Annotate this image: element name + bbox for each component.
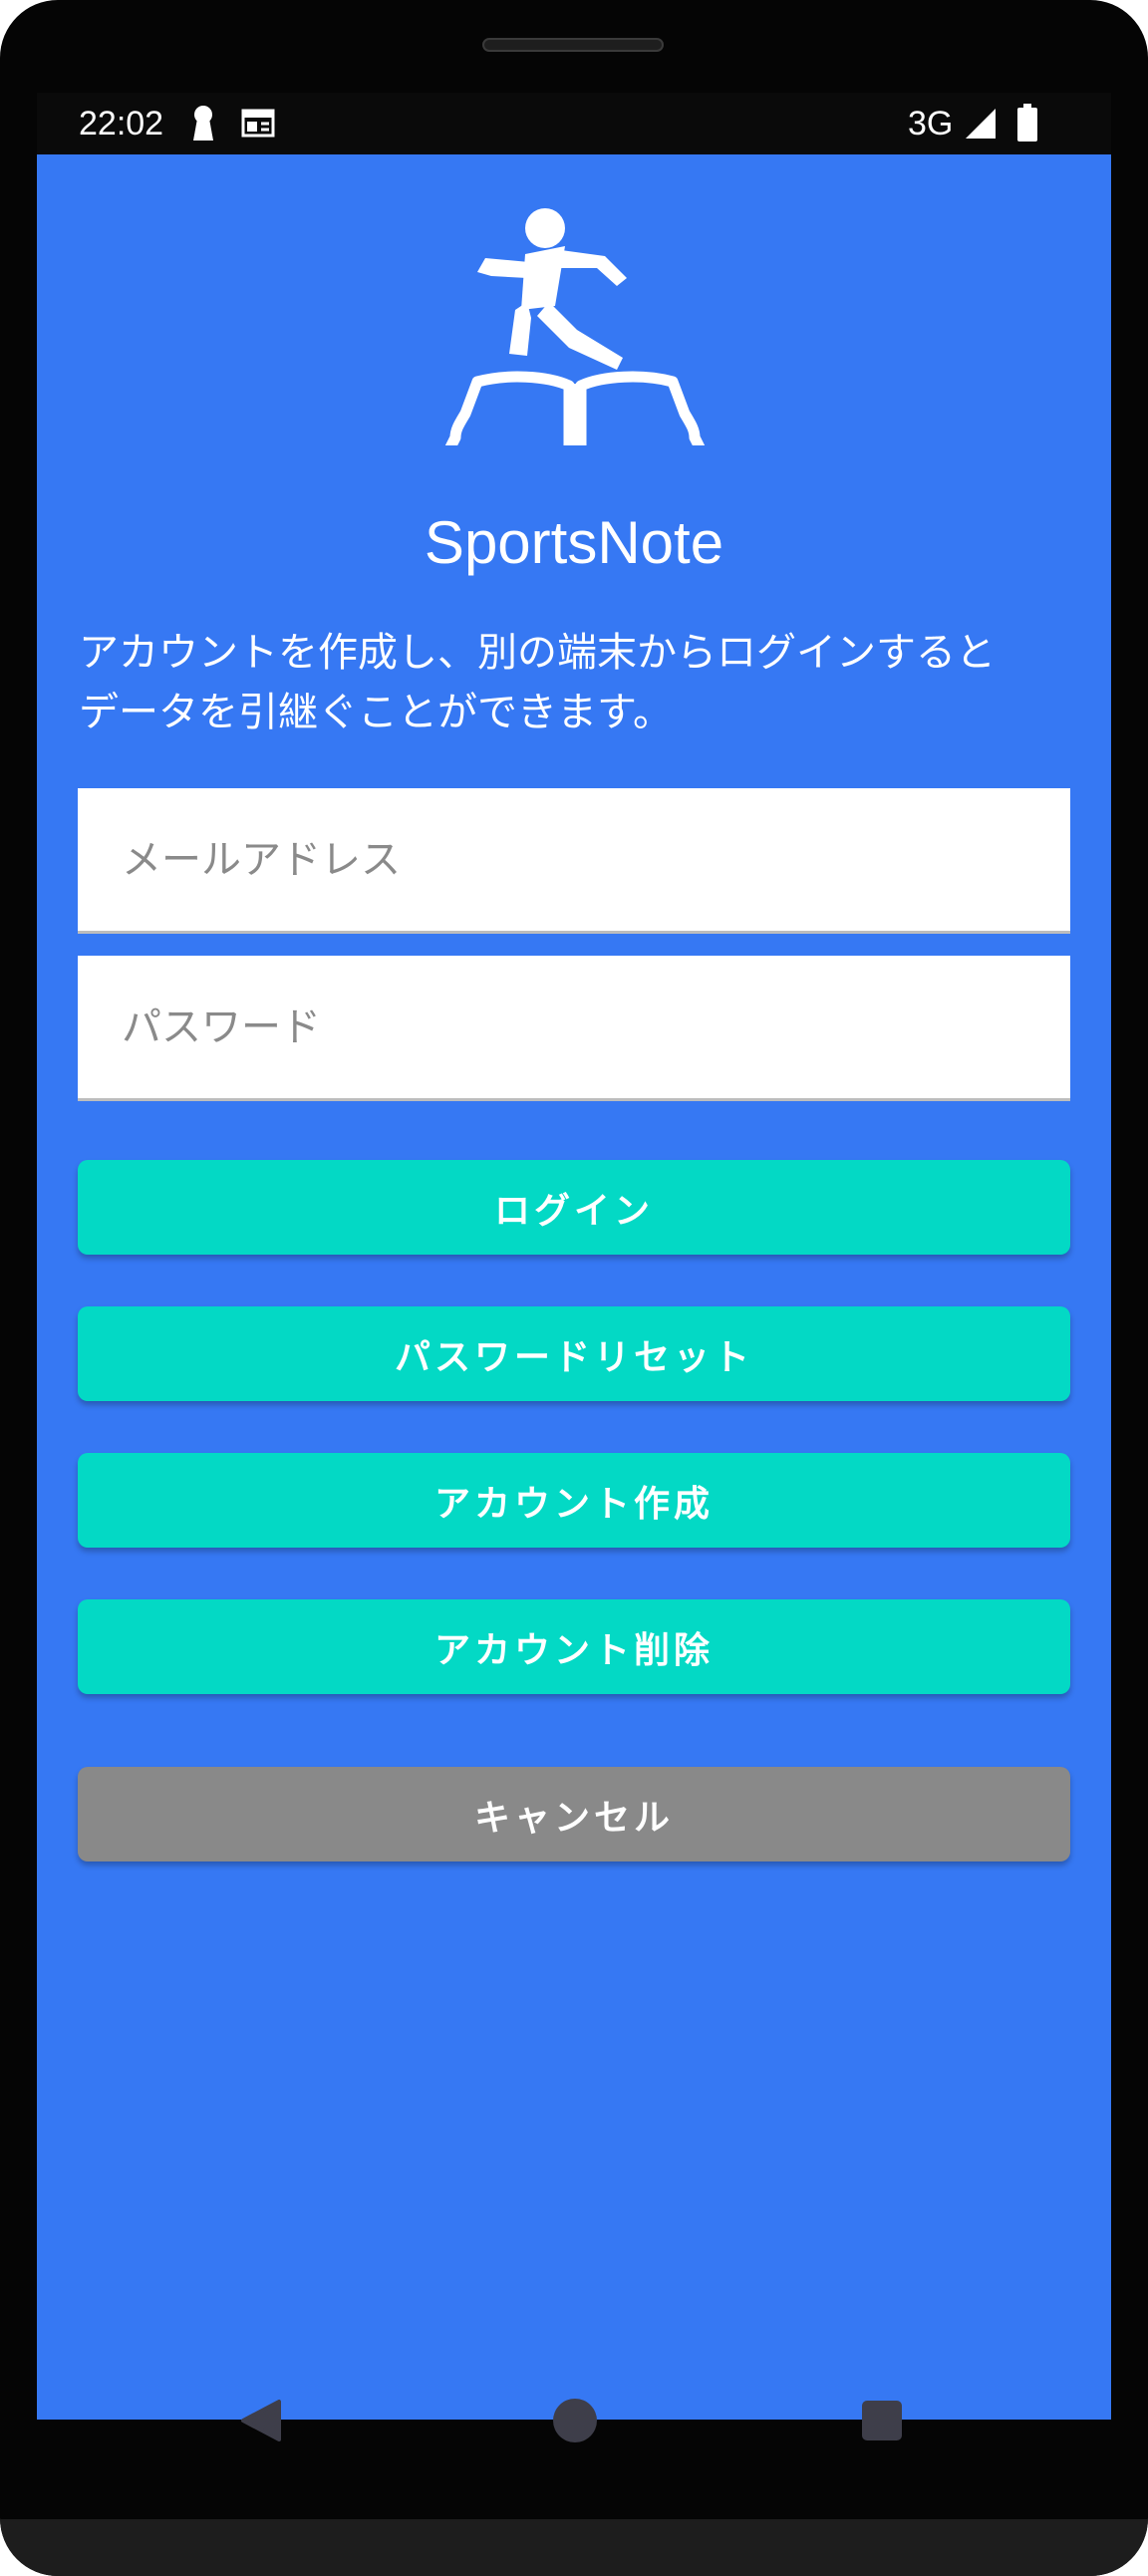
device-bottom-bezel bbox=[0, 2519, 1148, 2576]
delete-account-button[interactable]: アカウント削除 bbox=[78, 1599, 1070, 1694]
home-icon[interactable] bbox=[552, 2398, 598, 2447]
device-frame: 22:02 3G SportsNote アカウントを作成し、別の端末からログイン… bbox=[0, 0, 1148, 2576]
app-title: SportsNote bbox=[424, 509, 724, 576]
password-field-container bbox=[78, 956, 1070, 1101]
signal-icon bbox=[964, 107, 998, 144]
status-time: 22:02 bbox=[79, 105, 164, 143]
notification-keyhole-icon bbox=[191, 105, 215, 146]
status-bar: 22:02 3G bbox=[37, 93, 1111, 154]
login-button[interactable]: ログイン bbox=[78, 1160, 1070, 1255]
recents-icon[interactable] bbox=[861, 2400, 903, 2445]
earpiece-speaker bbox=[482, 38, 664, 52]
description-line-1: アカウントを作成し、別の端末からログインすると bbox=[79, 630, 996, 676]
runner-on-book-icon bbox=[437, 206, 713, 473]
network-type: 3G bbox=[908, 105, 954, 143]
description-line-2: データを引継ぐことができます。 bbox=[79, 690, 673, 735]
app-screen: SportsNote アカウントを作成し、別の端末からログインすると データを引… bbox=[37, 154, 1111, 2420]
calendar-icon bbox=[241, 108, 275, 142]
create-account-button[interactable]: アカウント作成 bbox=[78, 1453, 1070, 1548]
password-field[interactable] bbox=[78, 956, 1070, 1098]
account-description: アカウントを作成し、別の端末からログインすると データを引継ぐことができます。 bbox=[79, 623, 1085, 742]
cancel-button[interactable]: キャンセル bbox=[78, 1767, 1070, 1861]
email-field-container bbox=[78, 788, 1070, 934]
navigation-bar bbox=[37, 2370, 1111, 2469]
back-icon[interactable] bbox=[239, 2398, 283, 2447]
battery-icon bbox=[1016, 103, 1038, 146]
email-field[interactable] bbox=[78, 788, 1070, 931]
password-reset-button[interactable]: パスワードリセット bbox=[78, 1306, 1070, 1401]
